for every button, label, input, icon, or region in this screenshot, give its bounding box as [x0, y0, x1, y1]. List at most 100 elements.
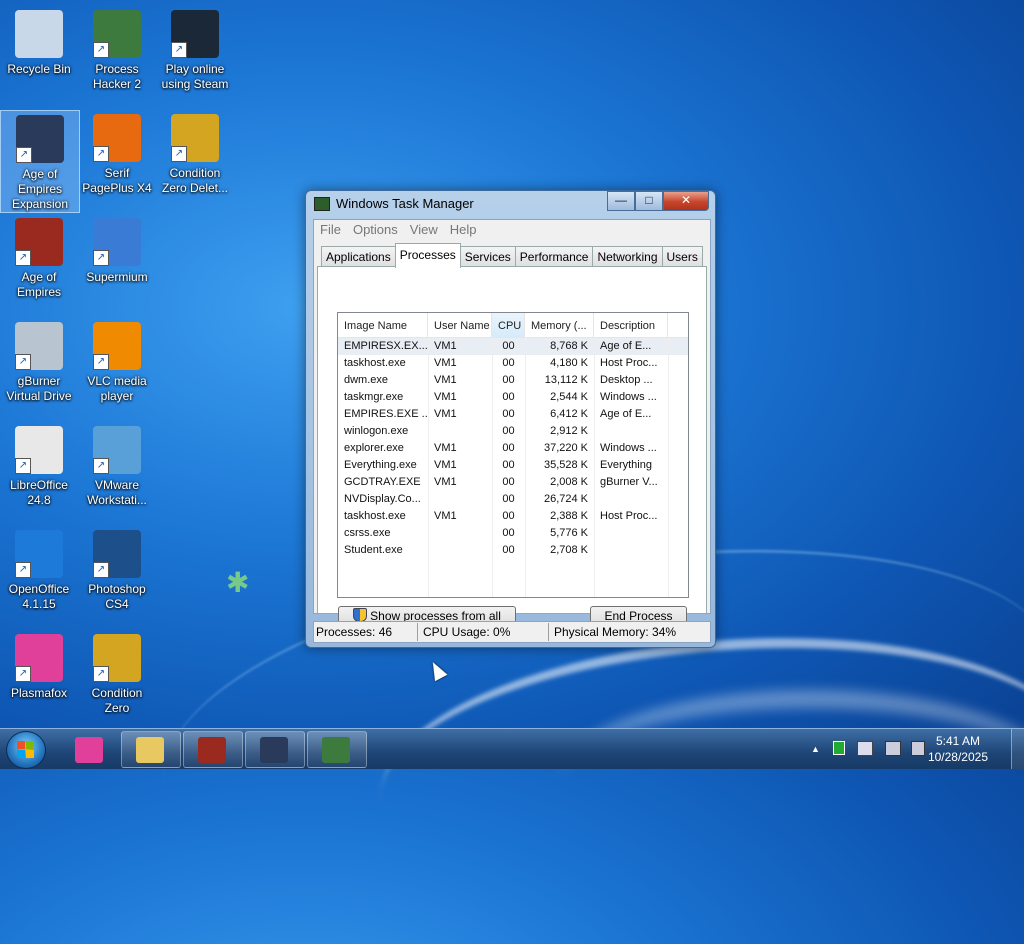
desktop-icon[interactable]: ↗ Supermium — [78, 214, 156, 285]
processes-panel: Image Name User Name CPU Memory (... Des… — [317, 266, 707, 642]
taskbar-explorer[interactable] — [121, 731, 181, 768]
tab-performance[interactable]: Performance — [514, 246, 594, 267]
tab-services[interactable]: Services — [459, 246, 516, 267]
desktop-icon[interactable]: ↗ Process Hacker 2 — [78, 6, 156, 92]
condition-zero-icon: ↗ — [93, 634, 141, 682]
process-name-cell: Everything.exe — [344, 459, 417, 471]
menu-help[interactable]: Help — [444, 220, 483, 237]
process-row[interactable]: winlogon.exe 00 2,912 K — [338, 423, 688, 440]
desktop-icon[interactable]: ↗ Age of Empires Expansion — [0, 110, 80, 213]
process-cpu-cell: 00 — [502, 527, 515, 539]
column-description[interactable]: Description — [594, 313, 668, 337]
taskbar-task-manager[interactable] — [307, 731, 367, 768]
process-row[interactable]: taskmgr.exe VM1 00 2,544 K Windows ... — [338, 389, 688, 406]
column-user-name[interactable]: User Name — [428, 313, 492, 337]
desktop-icon[interactable]: ↗ OpenOffice 4.1.15 — [0, 526, 78, 612]
start-button[interactable] — [6, 731, 46, 769]
process-cpu-cell: 00 — [502, 391, 515, 403]
process-mem-cell: 2,008 K — [550, 476, 588, 488]
system-tray: ▲ 5:41 AM 10/28/2025 — [809, 729, 1024, 769]
desktop-icon[interactable]: Recycle Bin — [0, 6, 78, 77]
column-memory[interactable]: Memory (... — [525, 313, 594, 337]
desktop-icon-label: VLC media player — [87, 374, 147, 403]
taskbar: ▲ 5:41 AM 10/28/2025 — [0, 728, 1024, 769]
process-user-cell — [428, 542, 492, 559]
process-row[interactable]: taskhost.exe VM1 00 2,388 K Host Proc... — [338, 508, 688, 525]
recycle-bin-icon — [15, 10, 63, 58]
desktop-icon[interactable]: ↗ LibreOffice 24.8 — [0, 422, 78, 508]
age-of-empires-icon: ↗ — [15, 218, 63, 266]
process-row[interactable]: EMPIRESX.EX... VM1 00 8,768 K Age of E... — [338, 338, 688, 355]
process-row[interactable]: GCDTRAY.EXE VM1 00 2,008 K gBurner V... — [338, 474, 688, 491]
process-name-cell: NVDisplay.Co... — [344, 493, 421, 505]
maximize-button[interactable]: □ — [635, 191, 663, 211]
taskbar-age-of-empires[interactable] — [183, 731, 243, 768]
process-row[interactable]: NVDisplay.Co... 00 26,724 K — [338, 491, 688, 508]
menu-view[interactable]: View — [404, 220, 444, 237]
shortcut-arrow-icon: ↗ — [93, 666, 109, 682]
desktop-icon[interactable]: ↗ gBurner Virtual Drive — [0, 318, 78, 404]
desktop-icon[interactable]: ↗ VLC media player — [78, 318, 156, 404]
column-image-name[interactable]: Image Name — [338, 313, 428, 337]
age-of-empires-expansion-icon: ↗ — [16, 115, 64, 163]
process-row[interactable]: Student.exe 00 2,708 K — [338, 542, 688, 559]
plasmafox-icon: ↗ — [15, 634, 63, 682]
process-list[interactable]: Image Name User Name CPU Memory (... Des… — [337, 312, 689, 598]
column-cpu[interactable]: CPU — [492, 313, 525, 337]
tray-app-icon[interactable] — [833, 741, 845, 755]
process-row[interactable]: dwm.exe VM1 00 13,112 K Desktop ... — [338, 372, 688, 389]
process-cpu-cell: 00 — [502, 357, 515, 369]
tab-networking[interactable]: Networking — [592, 246, 663, 267]
desktop-icon[interactable]: ↗ VMware Workstati... — [78, 422, 156, 508]
shortcut-arrow-icon: ↗ — [15, 354, 31, 370]
desktop-icon[interactable]: ↗ Condition Zero — [78, 630, 156, 716]
status-cpu-usage: CPU Usage: 0% — [423, 625, 511, 639]
process-row[interactable]: EMPIRES.EXE ... VM1 00 6,412 K Age of E... — [338, 406, 688, 423]
shortcut-arrow-icon: ↗ — [93, 562, 109, 578]
desktop-icon[interactable]: ↗ Serif PagePlus X4 — [78, 110, 156, 196]
taskbar-age-of-empires-expansion[interactable] — [245, 731, 305, 768]
close-button[interactable]: ✕ — [663, 191, 709, 211]
process-row[interactable]: csrss.exe 00 5,776 K — [338, 525, 688, 542]
vlc-icon: ↗ — [93, 322, 141, 370]
task-manager-icon — [314, 196, 330, 211]
windows-logo-icon — [17, 741, 35, 759]
process-list-header: Image Name User Name CPU Memory (... Des… — [338, 313, 688, 338]
process-name-cell: EMPIRESX.EX... — [344, 340, 428, 352]
window-title-text: Windows Task Manager — [336, 196, 474, 211]
desktop-icon[interactable]: ↗ Age of Empires — [0, 214, 78, 300]
process-row[interactable]: Everything.exe VM1 00 35,528 K Everything — [338, 457, 688, 474]
minimize-button[interactable]: — — [607, 191, 635, 211]
process-row[interactable]: taskhost.exe VM1 00 4,180 K Host Proc... — [338, 355, 688, 372]
taskbar-plasmafox[interactable] — [60, 731, 120, 768]
tab-users[interactable]: Users — [661, 246, 703, 267]
tab-processes[interactable]: Processes — [394, 243, 461, 268]
process-desc-cell: Host Proc... — [600, 510, 658, 522]
volume-muted-icon[interactable] — [911, 741, 925, 756]
show-desktop-button[interactable] — [1011, 729, 1024, 769]
shortcut-arrow-icon: ↗ — [93, 250, 109, 266]
menu-file[interactable]: File — [314, 220, 347, 237]
process-user-cell: VM1 — [434, 510, 457, 522]
desktop-icon[interactable]: ↗ Condition Zero Delet... — [156, 110, 234, 196]
openoffice-icon: ↗ — [15, 530, 63, 578]
column-divider — [428, 337, 429, 597]
show-hidden-icons-button[interactable]: ▲ — [811, 744, 820, 754]
process-cpu-cell: 00 — [502, 459, 515, 471]
process-user-cell: VM1 — [434, 459, 457, 471]
status-bar: Processes: 46 CPU Usage: 0% Physical Mem… — [313, 621, 711, 643]
desktop-icon[interactable]: ↗ Plasmafox — [0, 630, 78, 701]
desktop-icon[interactable]: ↗ Photoshop CS4 — [78, 526, 156, 612]
desktop-icon[interactable]: ↗ Play online using Steam — [156, 6, 234, 92]
menu-options[interactable]: Options — [347, 220, 404, 237]
clock[interactable]: 5:41 AM 10/28/2025 — [928, 733, 988, 765]
supermium-icon: ↗ — [93, 218, 141, 266]
action-center-icon[interactable] — [857, 741, 873, 756]
plasmafox-icon — [75, 737, 103, 763]
network-icon[interactable] — [885, 741, 901, 756]
tab-applications[interactable]: Applications — [321, 246, 396, 267]
process-row[interactable]: explorer.exe VM1 00 37,220 K Windows ... — [338, 440, 688, 457]
desktop-icon-label: Recycle Bin — [7, 62, 71, 76]
status-separator — [548, 623, 549, 641]
process-desc-cell: Desktop ... — [600, 374, 653, 386]
